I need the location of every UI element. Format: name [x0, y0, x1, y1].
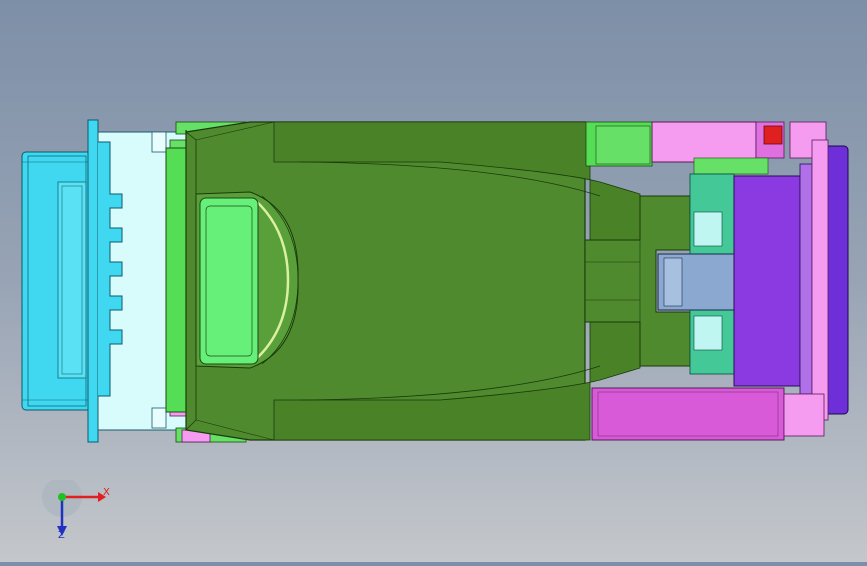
graphics-viewport[interactable]: X Z: [0, 0, 867, 562]
y-axis-dot: [58, 493, 66, 501]
purple-block-part[interactable]: [733, 139, 849, 421]
z-axis-label: Z: [58, 530, 65, 541]
x-axis-label: X: [103, 487, 110, 498]
cad-model[interactable]: [0, 0, 867, 562]
window-pane-part[interactable]: [195, 191, 299, 369]
bottom-magenta-part[interactable]: [591, 387, 825, 441]
coordinate-triad: X Z: [40, 477, 120, 550]
cyan-connector-part[interactable]: [21, 151, 95, 411]
top-right-blocks-part[interactable]: [585, 121, 827, 175]
